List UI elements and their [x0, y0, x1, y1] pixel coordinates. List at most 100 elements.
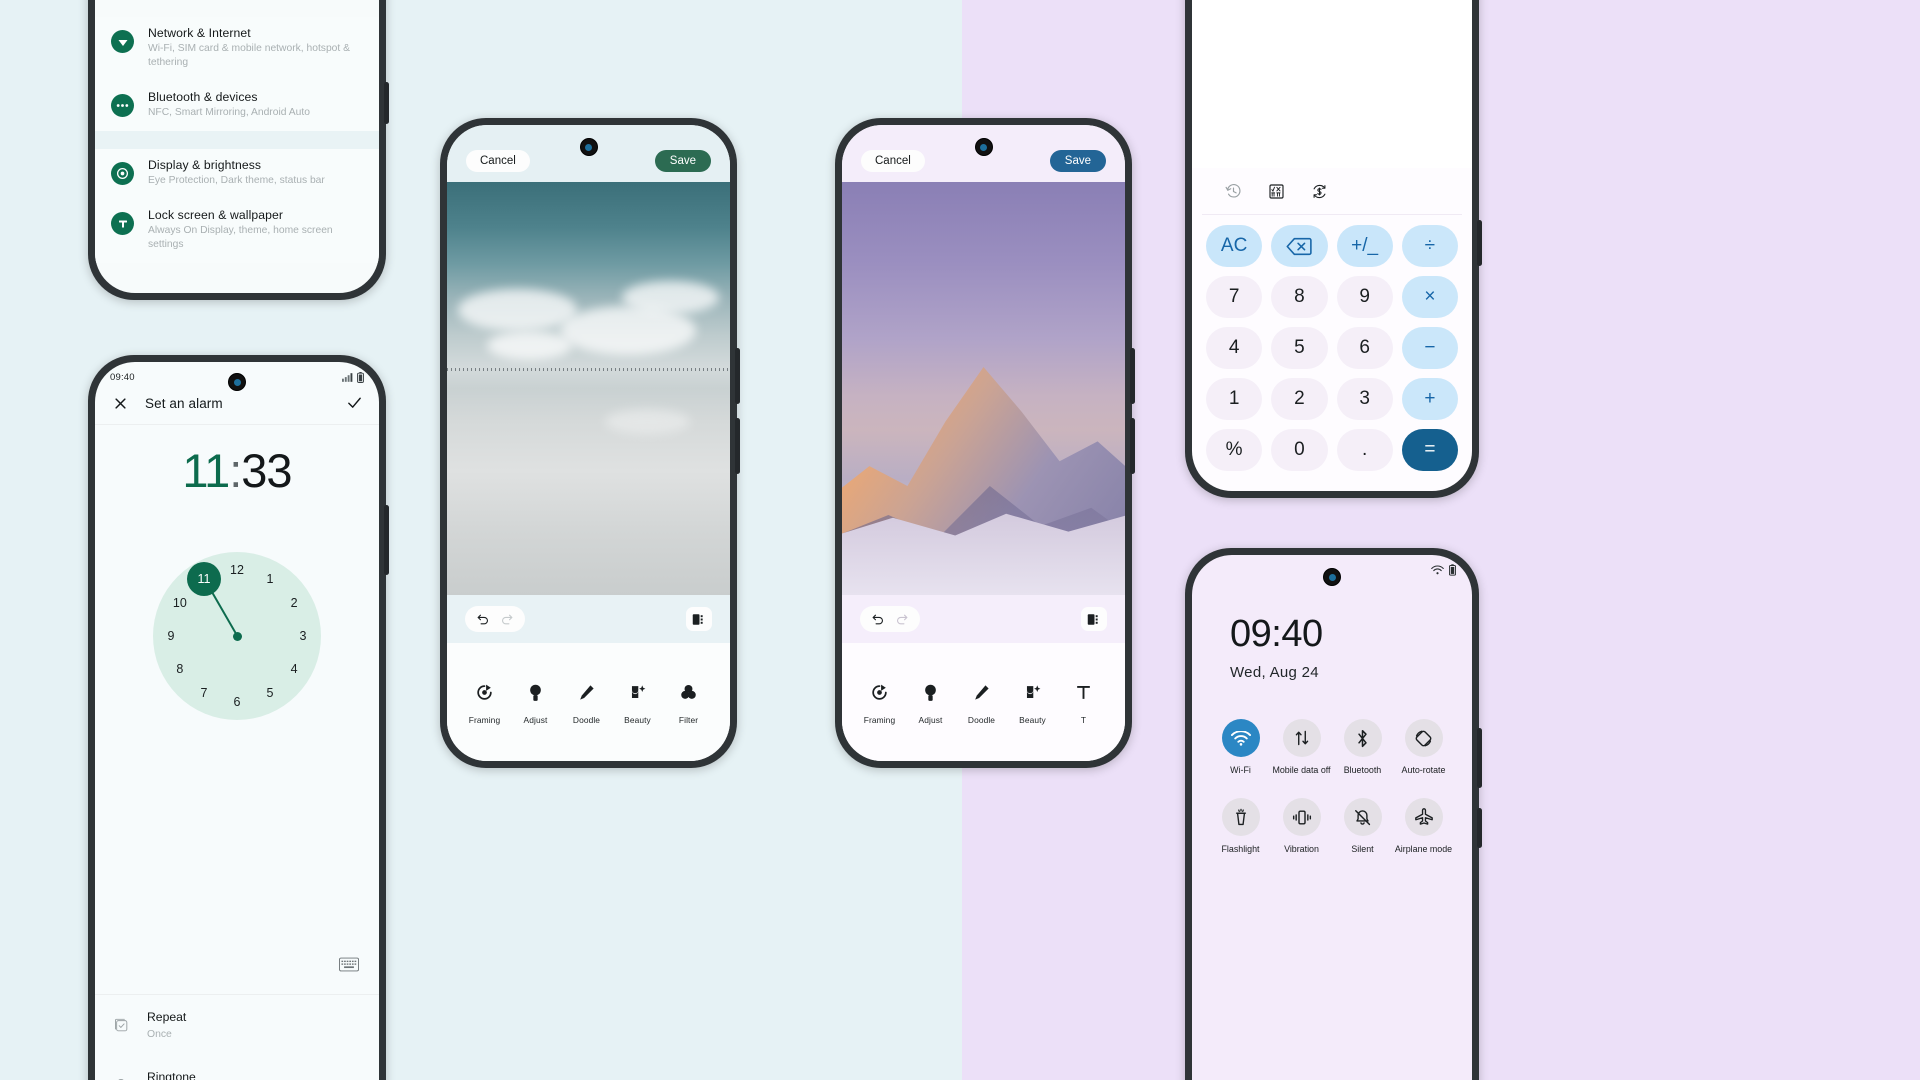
tool-doodle[interactable]: Doodle [561, 680, 612, 725]
alarm-time-display[interactable]: 11:33 [95, 443, 379, 498]
cancel-button[interactable]: Cancel [861, 150, 925, 172]
save-button[interactable]: Save [654, 150, 711, 172]
undo-icon[interactable] [476, 612, 490, 626]
settings-list[interactable]: Network & Internet Wi-Fi, SIM card & mob… [95, 0, 379, 263]
calc-key-8[interactable]: 8 [1271, 276, 1328, 318]
calc-key-0[interactable]: 0 [1271, 429, 1328, 471]
qs-tile-wifi[interactable]: Wi-Fi [1210, 719, 1271, 776]
tool-filter[interactable]: Filter [663, 680, 714, 725]
photo-canvas-salt-flats[interactable] [447, 182, 730, 595]
undo-icon[interactable] [871, 612, 885, 626]
calc-key-1[interactable]: 1 [1206, 378, 1263, 420]
calc-key-symbol[interactable]: ÷ [1401, 225, 1458, 267]
cancel-button[interactable]: Cancel [466, 150, 530, 172]
clock-number[interactable]: 8 [169, 658, 191, 680]
tool-text[interactable]: T [1058, 680, 1109, 725]
settings-item-bluetooth-devices[interactable]: Bluetooth & devices NFC, Smart Mirroring… [95, 81, 379, 131]
qs-tile-silent[interactable]: Silent [1332, 798, 1393, 855]
clock-number[interactable]: 3 [292, 625, 314, 647]
volume-button[interactable] [1477, 220, 1482, 266]
calc-key-4[interactable]: 4 [1206, 327, 1263, 369]
power-button[interactable] [735, 418, 740, 474]
settings-item-lock-screen-wallpaper[interactable]: Lock screen & wallpaper Always On Displa… [95, 199, 379, 263]
calc-key-3[interactable]: 3 [1336, 378, 1393, 420]
calc-key-7[interactable]: 7 [1206, 276, 1263, 318]
qs-tile-auto-rotate[interactable]: Auto-rotate [1393, 719, 1454, 776]
clock-number[interactable]: 5 [259, 682, 281, 704]
qs-tile-bluetooth[interactable]: Bluetooth [1332, 719, 1393, 776]
clock-number[interactable]: 12 [226, 559, 248, 581]
qs-tile-vibration[interactable]: Vibration [1271, 798, 1332, 855]
redo-icon[interactable] [500, 612, 514, 626]
alarm-phone-mockup: 09:40 Set an alarm 11:33 12 1 2 3 4 5 6 … [88, 355, 389, 1080]
editor-tool-strip[interactable]: Framing Adjust Doodle Beauty [842, 643, 1125, 761]
save-button[interactable]: Save [1049, 150, 1106, 172]
tool-framing[interactable]: Framing [854, 680, 905, 725]
qs-tile-airplane-mode[interactable]: Airplane mode [1393, 798, 1454, 855]
calc-key-6[interactable]: 6 [1336, 327, 1393, 369]
tool-beauty[interactable]: Beauty [612, 680, 663, 725]
calc-key-symbol[interactable]: = [1401, 429, 1458, 471]
tool-adjust[interactable]: Adjust [905, 680, 956, 725]
calculator-keypad[interactable]: AC +/_ ÷ 7 8 9 × 4 5 6− 1 2 3 +% 0. = [1192, 215, 1472, 491]
clock-selected-hour[interactable]: 11 [187, 561, 221, 596]
calc-key-9[interactable]: 9 [1336, 276, 1393, 318]
calc-key-symbol[interactable]: . [1336, 429, 1393, 471]
power-button[interactable] [1130, 418, 1135, 474]
calc-key-AC[interactable]: AC [1206, 225, 1263, 267]
clock-number[interactable]: 7 [193, 682, 215, 704]
settings-item-display-brightness[interactable]: Display & brightness Eye Protection, Dar… [95, 149, 379, 199]
redo-icon[interactable] [895, 612, 909, 626]
crop-compare-icon[interactable] [686, 607, 712, 631]
bluetooth-dots-icon [111, 94, 134, 117]
power-button[interactable] [384, 82, 389, 124]
clock-number[interactable]: 10 [169, 592, 191, 614]
settings-item-network-internet[interactable]: Network & Internet Wi-Fi, SIM card & mob… [95, 17, 379, 81]
tool-doodle[interactable]: Doodle [956, 680, 1007, 725]
history-icon[interactable] [1225, 183, 1242, 200]
currency-convert-icon[interactable] [1311, 183, 1328, 200]
quick-settings-tile-grid[interactable]: Wi-Fi Mobile data off Bluetooth Auto-rot… [1192, 681, 1472, 855]
volume-button[interactable] [1477, 728, 1482, 788]
alarm-option-ringtone[interactable]: Ringtone Default ringtone [95, 1055, 379, 1080]
alarm-hours[interactable]: 11 [182, 444, 230, 497]
alarm-option-repeat[interactable]: Repeat Once [95, 995, 379, 1055]
alarm-time-picker[interactable]: 11:33 12 1 2 3 4 5 6 7 8 9 10 11 [95, 425, 379, 994]
calc-key-5[interactable]: 5 [1271, 327, 1328, 369]
calc-key-symbol[interactable]: % [1206, 429, 1263, 471]
clock-number[interactable]: 4 [283, 658, 305, 680]
clock-dial[interactable]: 12 1 2 3 4 5 6 7 8 9 10 11 [153, 552, 321, 720]
power-button[interactable] [1477, 808, 1482, 848]
calc-key-symbol[interactable]: − [1401, 327, 1458, 369]
tool-text[interactable]: T [714, 680, 730, 725]
battery-icon [357, 371, 364, 383]
calc-key-2[interactable]: 2 [1271, 378, 1328, 420]
calc-key-symbol[interactable]: × [1401, 276, 1458, 318]
volume-button[interactable] [384, 505, 389, 575]
volume-button[interactable] [1130, 348, 1135, 404]
qs-tile-mobile-data[interactable]: Mobile data off [1271, 719, 1332, 776]
adjust-icon [905, 680, 956, 706]
editor-undo-bar [842, 595, 1125, 643]
crop-compare-icon[interactable] [1081, 607, 1107, 631]
alarm-colon: : [229, 444, 242, 497]
tool-adjust[interactable]: Adjust [510, 680, 561, 725]
clock-number[interactable]: 2 [283, 592, 305, 614]
clock-number[interactable]: 6 [226, 691, 248, 713]
check-icon[interactable] [346, 394, 363, 411]
calc-key-symbol[interactable]: +/_ [1336, 225, 1393, 267]
editor-tool-strip[interactable]: Framing Adjust Doodle Beauty [447, 643, 730, 761]
tool-framing[interactable]: Framing [459, 680, 510, 725]
qs-tile-flashlight[interactable]: Flashlight [1210, 798, 1271, 855]
photo-canvas-mountain[interactable] [842, 182, 1125, 595]
calc-key-backspace[interactable] [1271, 225, 1328, 267]
keyboard-icon[interactable] [339, 957, 359, 972]
alarm-minutes[interactable]: 33 [241, 444, 292, 497]
calc-key-symbol[interactable]: + [1401, 378, 1458, 420]
tool-beauty[interactable]: Beauty [1007, 680, 1058, 725]
clock-number[interactable]: 1 [259, 568, 281, 590]
clock-number[interactable]: 9 [160, 625, 182, 647]
scientific-icon[interactable] [1268, 183, 1285, 200]
close-icon[interactable] [113, 396, 128, 411]
volume-button[interactable] [735, 348, 740, 404]
